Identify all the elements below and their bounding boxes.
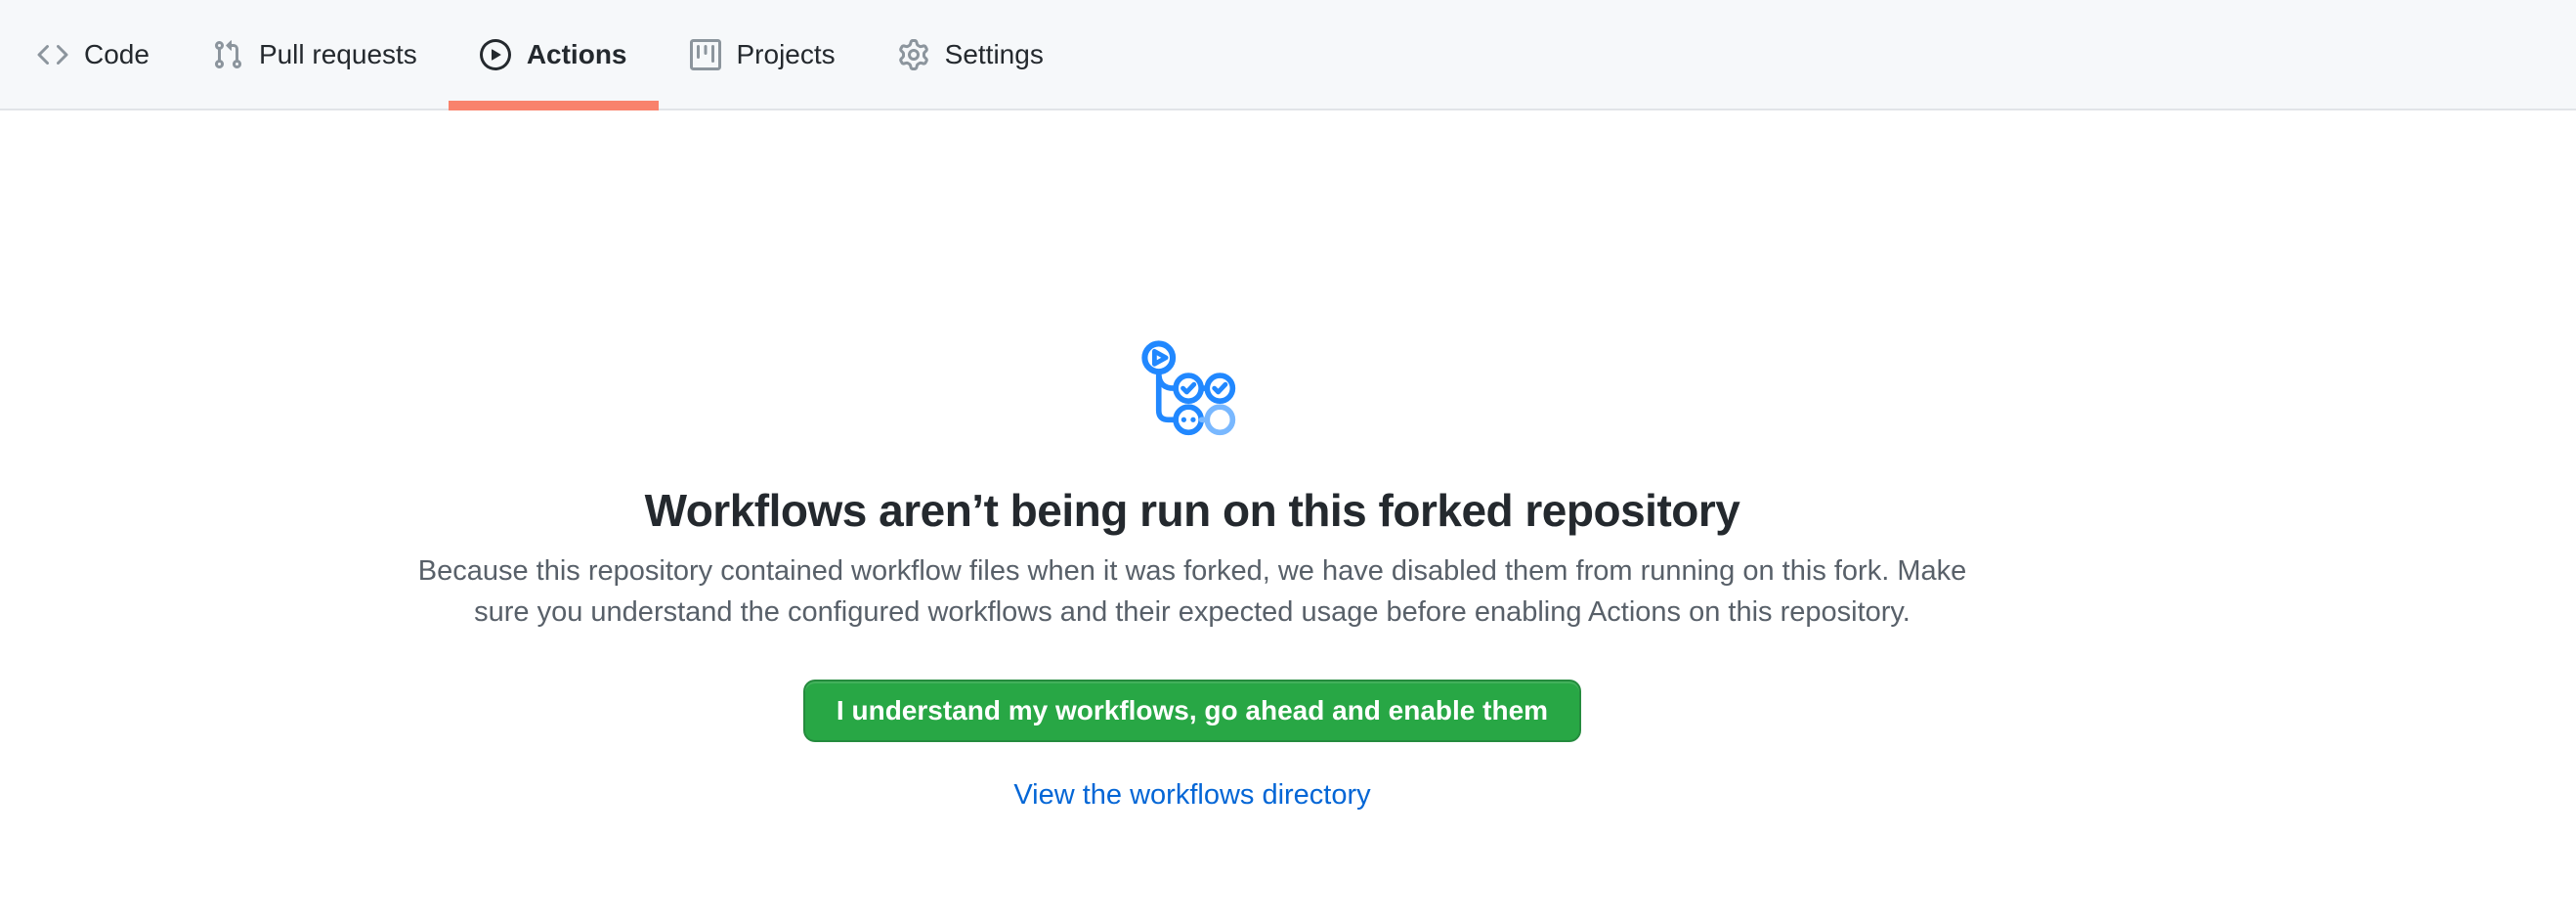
play-circle-icon (480, 39, 511, 70)
view-workflows-directory-link[interactable]: View the workflows directory (1013, 779, 1370, 811)
tab-label: Settings (945, 41, 1044, 68)
tab-settings[interactable]: Settings (867, 0, 1075, 109)
gear-icon (898, 39, 929, 70)
link-row: View the workflows directory (401, 779, 1984, 812)
tab-actions[interactable]: Actions (449, 0, 659, 109)
blankslate: Workflows aren’t being run on this forke… (401, 330, 1984, 812)
tab-pull-requests[interactable]: Pull requests (181, 0, 449, 109)
tab-label: Actions (527, 41, 627, 68)
repo-tab-bar: Code Pull requests Actions Projects Sett… (0, 0, 2576, 110)
tab-projects[interactable]: Projects (659, 0, 867, 109)
page-title: Workflows aren’t being run on this forke… (401, 484, 1984, 537)
tab-label: Code (84, 41, 150, 68)
workflow-illustration-icon (401, 330, 1984, 441)
project-icon (690, 39, 721, 70)
page-description: Because this repository contained workfl… (401, 550, 1984, 633)
tab-label: Projects (737, 41, 836, 68)
enable-workflows-button[interactable]: I understand my workflows, go ahead and … (803, 680, 1581, 742)
tab-label: Pull requests (259, 41, 417, 68)
tab-code[interactable]: Code (6, 0, 181, 109)
git-pull-request-icon (212, 39, 243, 70)
code-icon (37, 39, 68, 70)
